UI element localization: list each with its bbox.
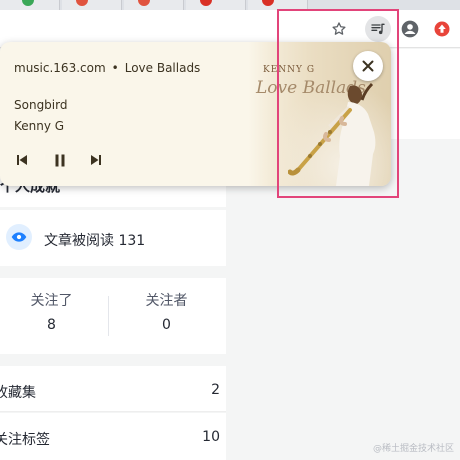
profile-button[interactable] [397, 16, 423, 42]
media-control-button[interactable] [365, 16, 391, 42]
extension-icon [434, 21, 450, 37]
followers-label: 关注者 [145, 293, 188, 309]
views-card: 文章被阅读 131 [0, 210, 226, 266]
stat-divider [108, 296, 109, 336]
track-title: Songbird [14, 98, 68, 112]
account-icon [401, 20, 419, 38]
media-control-icon [371, 23, 385, 35]
browser-tab[interactable] [62, 0, 122, 10]
following-label: 关注了 [30, 293, 73, 309]
track-artist: Kenny G [14, 119, 65, 133]
next-track-button[interactable] [88, 152, 104, 168]
eye-icon [11, 232, 27, 242]
tab-favicon [76, 0, 88, 6]
close-popup-button[interactable] [353, 51, 383, 81]
pause-icon [55, 154, 65, 166]
previous-track-button[interactable] [14, 152, 30, 168]
extension-button[interactable] [429, 16, 455, 42]
browser-tab[interactable] [186, 0, 246, 10]
source-separator: • [111, 61, 119, 75]
watermark-text: @稀土掘金技术社区 [372, 444, 454, 454]
tags-row[interactable]: 关注标签 10 [0, 413, 226, 460]
tab-favicon [138, 0, 150, 6]
browser-tab[interactable] [248, 0, 308, 10]
saxophonist-figure [288, 82, 376, 186]
followers-count: 0 [162, 317, 171, 333]
media-source: music.163.com [14, 61, 106, 75]
tags-label: 关注标签 [0, 432, 50, 448]
following-count: 8 [47, 317, 56, 333]
star-icon [332, 22, 346, 35]
following-stat[interactable]: 关注了 8 [0, 290, 108, 333]
media-control-popup: music.163.com • Love Ballads Songbird Kenn… [0, 42, 391, 186]
article-views-text: 文章被阅读 131 [44, 233, 146, 249]
skip-next-icon [91, 155, 101, 165]
collections-count: 2 [211, 382, 220, 398]
media-album: Love Ballads [124, 61, 201, 75]
media-source-line: music.163.com • Love Ballads [14, 61, 200, 75]
tab-favicon [262, 0, 274, 6]
browser-tab[interactable] [124, 0, 184, 10]
close-icon [362, 60, 374, 72]
tab-favicon [200, 0, 212, 6]
followers-stat[interactable]: 关注者 0 [110, 290, 223, 333]
browser-tab[interactable] [0, 0, 60, 10]
skip-previous-icon [17, 155, 27, 165]
tab-favicon [22, 0, 34, 6]
collections-label: 收藏集 [0, 385, 36, 401]
pause-button[interactable] [52, 152, 68, 168]
follow-stats-card: 关注了 8 关注者 0 [0, 278, 226, 354]
tab-strip [0, 0, 460, 10]
tags-count: 10 [202, 429, 220, 445]
bookmark-star-button[interactable] [326, 16, 352, 42]
views-badge [6, 224, 32, 250]
collections-row[interactable]: 收藏集 2 [0, 366, 226, 412]
